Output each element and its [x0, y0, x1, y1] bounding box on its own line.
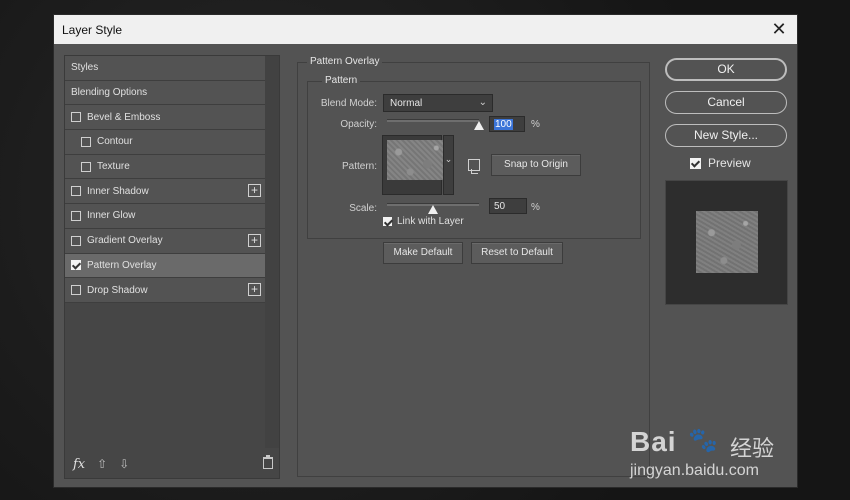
style-item-label: Gradient Overlay — [87, 235, 163, 247]
style-item-label: Texture — [97, 161, 130, 173]
style-item-checkbox[interactable] — [71, 186, 81, 197]
pattern-picker-chevron-icon[interactable]: ⌄ — [443, 135, 454, 195]
style-item-checkbox[interactable] — [71, 285, 81, 296]
reset-to-default-button[interactable]: Reset to Default — [471, 242, 563, 264]
style-item-label: Drop Shadow — [87, 284, 148, 296]
add-effect-icon[interactable]: + — [248, 283, 261, 297]
new-preset-icon[interactable] — [468, 159, 480, 174]
scale-label: Scale: — [349, 203, 377, 214]
style-item-label: Inner Glow — [87, 210, 136, 222]
ok-button[interactable]: OK — [665, 58, 787, 81]
preview-thumbnail — [696, 211, 758, 273]
styles-panel-footer: fx ⇧ ⇩ — [65, 450, 279, 478]
pattern-thumbnail — [387, 140, 445, 180]
style-item-inner-shadow[interactable]: Inner Shadow + — [65, 179, 265, 205]
link-with-layer-label: Link with Layer — [397, 216, 464, 227]
baidu-watermark: Bai 🐾 经验 jingyan.baidu.com — [630, 426, 820, 486]
cancel-button[interactable]: Cancel — [665, 91, 787, 114]
style-item-label: Bevel & Emboss — [87, 111, 161, 123]
styles-list: Styles Blending Options Bevel & Emboss Cont… — [65, 56, 265, 303]
style-item-label: Blending Options — [71, 87, 148, 99]
link-with-layer-checkbox[interactable]: Link with Layer — [383, 216, 464, 227]
pattern-swatch[interactable] — [382, 135, 445, 195]
preview-checkbox[interactable]: Preview — [690, 156, 751, 170]
link-with-layer-check[interactable] — [383, 217, 392, 226]
watermark-url: jingyan.baidu.com — [630, 462, 759, 479]
blend-mode-select[interactable]: Normal ⌄ — [383, 94, 493, 112]
add-effect-icon[interactable]: + — [248, 184, 261, 198]
style-item-label: Contour — [97, 136, 133, 148]
style-item-inner-glow[interactable]: Inner Glow — [65, 204, 265, 229]
preview-check[interactable] — [690, 157, 701, 169]
make-default-button[interactable]: Make Default — [383, 242, 463, 264]
style-preview — [665, 180, 788, 305]
chevron-down-icon: ⌄ — [478, 97, 487, 108]
opacity-slider-thumb[interactable] — [474, 121, 484, 130]
style-item-checkbox[interactable] — [71, 112, 81, 123]
preview-label: Preview — [708, 156, 751, 170]
style-item-pattern-overlay[interactable]: Pattern Overlay — [65, 253, 265, 279]
blend-mode-value: Normal — [390, 98, 423, 109]
style-item-checkbox[interactable] — [71, 210, 81, 221]
style-item-styles[interactable]: Styles — [65, 56, 265, 81]
scale-value: 50 — [494, 201, 506, 212]
styles-panel-scrollbar[interactable] — [265, 56, 279, 448]
pattern-label: Pattern: — [341, 161, 377, 172]
style-item-label: Pattern Overlay — [87, 259, 157, 271]
style-item-contour[interactable]: Contour — [65, 130, 265, 155]
style-item-drop-shadow[interactable]: Drop Shadow + — [65, 278, 265, 303]
style-item-checkbox[interactable] — [81, 136, 91, 147]
scale-unit: % — [531, 202, 540, 213]
paw-icon: 🐾 — [688, 427, 718, 454]
style-item-checkbox[interactable] — [71, 260, 81, 271]
pattern-overlay-panel: Pattern Overlay Pattern Blend Mode: Norm… — [297, 55, 650, 477]
style-item-gradient-overlay[interactable]: Gradient Overlay + — [65, 228, 265, 254]
scale-slider-thumb[interactable] — [428, 205, 438, 214]
blend-mode-label: Blend Mode: — [320, 98, 377, 109]
pattern-group-title: Pattern — [322, 75, 361, 86]
style-item-label: Inner Shadow — [87, 185, 149, 197]
dialog-titlebar: Layer Style ✕ — [54, 15, 797, 44]
dialog-title: Layer Style — [62, 22, 123, 37]
move-down-icon[interactable]: ⇩ — [119, 457, 129, 471]
snap-to-origin-button[interactable]: Snap to Origin — [491, 154, 581, 176]
add-effect-icon[interactable]: + — [248, 233, 261, 247]
section-title: Pattern Overlay — [307, 56, 383, 67]
style-item-texture[interactable]: Texture — [65, 154, 265, 180]
layer-style-dialog: Layer Style ✕ Styles Blending Options Beve… — [53, 14, 798, 488]
opacity-unit: % — [531, 119, 540, 130]
style-item-bevel-emboss[interactable]: Bevel & Emboss — [65, 105, 265, 131]
opacity-input[interactable]: 100 — [489, 116, 525, 132]
trash-icon[interactable] — [263, 455, 273, 469]
opacity-slider-track[interactable] — [387, 119, 479, 122]
watermark-logo: Bai — [630, 426, 677, 457]
style-item-checkbox[interactable] — [81, 161, 91, 172]
styles-panel: Styles Blending Options Bevel & Emboss Cont… — [64, 55, 280, 479]
close-icon[interactable]: ✕ — [769, 19, 789, 39]
style-item-checkbox[interactable] — [71, 235, 81, 246]
move-up-icon[interactable]: ⇧ — [97, 457, 107, 471]
new-style-button[interactable]: New Style... — [665, 124, 787, 147]
watermark-logo-cn: 经验 — [730, 436, 775, 461]
scale-input[interactable]: 50 — [489, 198, 527, 214]
opacity-value: 100 — [494, 119, 513, 130]
style-item-blending-options[interactable]: Blending Options — [65, 80, 265, 106]
fx-icon[interactable]: fx — [73, 457, 85, 472]
style-item-label: Styles — [71, 62, 99, 74]
opacity-label: Opacity: — [340, 119, 377, 130]
